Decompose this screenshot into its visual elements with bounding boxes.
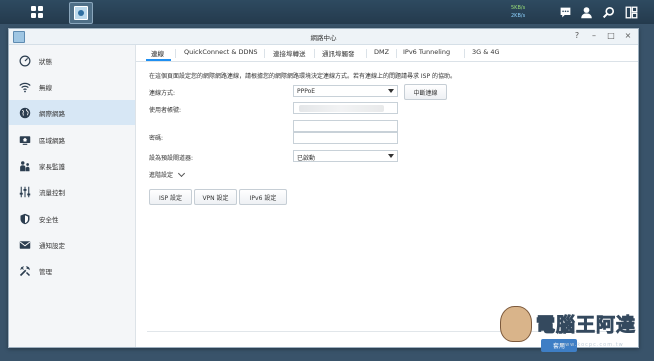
- window-titlebar[interactable]: 網路中心 ? – □ ×: [9, 29, 638, 45]
- shield-icon: [19, 213, 31, 225]
- advanced-settings-label: 進階設定: [149, 172, 174, 179]
- connection-type-label: 連線方式:: [149, 90, 176, 97]
- disconnect-button[interactable]: 中斷連線: [404, 84, 447, 100]
- notification-icon: [19, 239, 31, 251]
- user-icon[interactable]: [577, 3, 595, 21]
- tab-port-forwarding[interactable]: 連接埠轉送: [273, 48, 306, 58]
- sidebar: 狀態 無線 網際網路 區域網路 家長監護 流量控制 安全性 通知設定 管理: [9, 45, 136, 347]
- globe-icon: [19, 107, 31, 119]
- sidebar-item-label: 通知設定: [39, 241, 65, 250]
- close-button[interactable]: ×: [622, 30, 634, 42]
- tab-quickconnect-ddns[interactable]: QuickConnect & DDNS: [184, 48, 257, 56]
- tab-3g-4g[interactable]: 3G & 4G: [472, 48, 500, 56]
- sidebar-item-label: 流量控制: [39, 188, 65, 197]
- vpn-settings-button[interactable]: VPN 設定: [194, 189, 237, 205]
- advanced-settings-toggle[interactable]: 進階設定: [149, 169, 186, 179]
- taskbar-network-center-button[interactable]: [69, 2, 93, 24]
- watermark: 電腦王阿達 www.kocpc.com.tw: [500, 306, 650, 356]
- network-center-window: 網路中心 ? – □ × 狀態 無線 網際網路 區域網路 家長監護 流量控制 安…: [8, 28, 639, 352]
- tools-icon: [19, 265, 31, 277]
- window-title: 網路中心: [310, 34, 337, 42]
- tab-connection[interactable]: 連線: [151, 48, 164, 58]
- tab-divider: [314, 49, 315, 58]
- watermark-url: www.kocpc.com.tw: [560, 342, 624, 348]
- redacted-value: [299, 105, 384, 112]
- default-gateway-value: 已啟動: [297, 155, 316, 162]
- tab-dmz[interactable]: DMZ: [374, 48, 389, 56]
- grid-icon: [31, 6, 43, 18]
- sidebar-item-label: 家長監護: [39, 162, 65, 171]
- password-field[interactable]: [293, 132, 398, 144]
- maximize-button[interactable]: □: [605, 30, 617, 42]
- sidebar-item-administration[interactable]: 管理: [9, 258, 135, 283]
- download-speed: 2KB/s: [511, 13, 526, 19]
- sidebar-item-internet[interactable]: 網際網路: [9, 100, 135, 125]
- tab-divider: [175, 49, 176, 58]
- tab-divider: [464, 49, 465, 58]
- main-panel: 連線 QuickConnect & DDNS 連接埠轉送 通訊埠觸發 DMZ I…: [136, 45, 638, 352]
- default-gateway-label: 設為預設閘道器:: [149, 155, 194, 162]
- sliders-icon: [19, 186, 31, 198]
- chevron-down-icon: [177, 169, 186, 178]
- minimize-button[interactable]: –: [588, 30, 600, 42]
- sidebar-item-local-network[interactable]: 區域網路: [9, 127, 135, 152]
- username-field-extension: [293, 120, 398, 132]
- ipv6-settings-button[interactable]: IPv6 設定: [239, 189, 287, 205]
- desktop-taskbar: 5KB/s 2KB/s: [0, 0, 654, 24]
- network-speed-widget[interactable]: 5KB/s 2KB/s: [511, 4, 543, 20]
- connection-type-value: PPPoE: [297, 88, 316, 95]
- family-icon: [19, 160, 31, 172]
- tab-divider: [264, 49, 265, 58]
- sidebar-item-label: 狀態: [39, 57, 52, 66]
- watermark-text: 電腦王阿達: [536, 314, 637, 337]
- sidebar-item-label: 管理: [39, 267, 52, 276]
- main-menu-button[interactable]: [26, 2, 48, 22]
- sidebar-item-label: 網際網路: [39, 109, 65, 118]
- sidebar-item-notification[interactable]: 通知設定: [9, 232, 135, 257]
- sidebar-item-traffic-control[interactable]: 流量控制: [9, 179, 135, 204]
- sidebar-item-label: 安全性: [39, 215, 59, 224]
- tab-divider: [396, 49, 397, 58]
- gauge-icon: [19, 55, 31, 67]
- tab-bar: 連線 QuickConnect & DDNS 連接埠轉送 通訊埠觸發 DMZ I…: [136, 45, 638, 62]
- connection-type-select[interactable]: PPPoE: [293, 85, 398, 97]
- default-gateway-select[interactable]: 已啟動: [293, 150, 398, 162]
- widgets-icon[interactable]: [622, 3, 640, 21]
- wifi-icon: [19, 81, 31, 93]
- tab-ipv6-tunneling[interactable]: IPv6 Tunneling: [403, 48, 450, 56]
- sidebar-item-parental-control[interactable]: 家長監護: [9, 153, 135, 178]
- chat-icon[interactable]: [556, 3, 574, 21]
- connection-description: 在這個頁面設定您的網際網路連線，請根據您的網際網路環境決定連線方式。若有連線上的…: [149, 73, 457, 80]
- home-network-icon: [19, 134, 31, 146]
- isp-settings-button[interactable]: ISP 設定: [149, 189, 192, 205]
- tab-port-triggering[interactable]: 通訊埠觸發: [322, 48, 355, 58]
- sidebar-item-label: 區域網路: [39, 136, 65, 145]
- sidebar-item-wireless[interactable]: 無線: [9, 74, 135, 99]
- password-label: 密碼:: [149, 135, 164, 142]
- username-label: 使用者帳號:: [149, 107, 182, 114]
- active-tab-indicator: [146, 59, 171, 61]
- sidebar-item-label: 無線: [39, 83, 52, 92]
- chevron-down-icon: [388, 154, 394, 158]
- mascot-logo: [500, 306, 532, 342]
- upload-speed: 5KB/s: [511, 5, 526, 11]
- network-center-icon: [74, 6, 88, 20]
- chevron-down-icon: [388, 89, 394, 93]
- sidebar-item-status[interactable]: 狀態: [9, 48, 135, 73]
- sidebar-item-security[interactable]: 安全性: [9, 206, 135, 231]
- username-field[interactable]: [293, 102, 398, 114]
- tab-divider: [366, 49, 367, 58]
- search-icon[interactable]: [599, 3, 617, 21]
- help-button[interactable]: ?: [571, 30, 583, 42]
